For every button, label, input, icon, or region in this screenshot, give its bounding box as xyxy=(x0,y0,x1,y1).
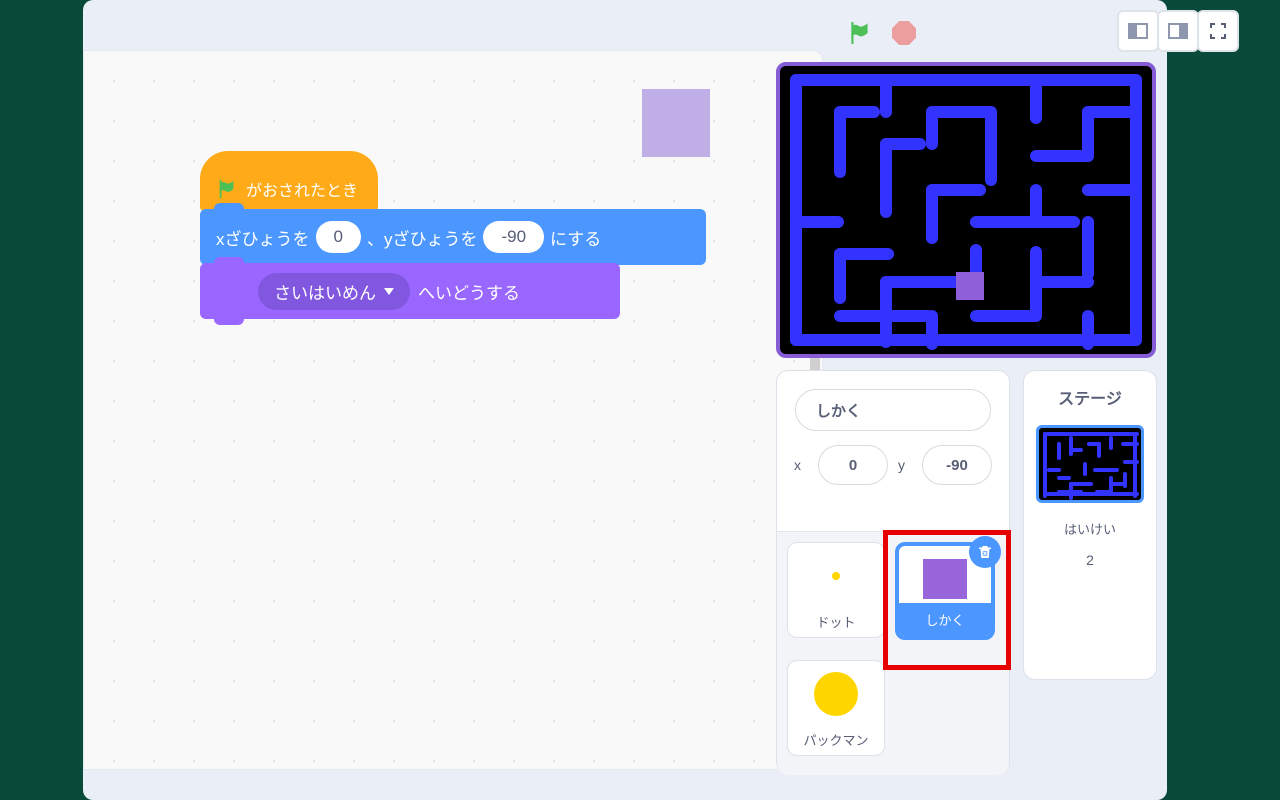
sprite-card-dot[interactable]: ドット xyxy=(787,542,885,638)
sprite-card-pacman[interactable]: パックマン xyxy=(787,660,885,756)
block-text: へいどうする xyxy=(418,279,520,304)
block-text: 、yざひょうを xyxy=(367,225,478,250)
app-frame: がおされたとき xざひょうを 0 、yざひょうを -90 にする さいはいめん xyxy=(83,0,1167,800)
dropdown-value: さいはいめん xyxy=(274,279,376,304)
hat-block-label: がおされたとき xyxy=(246,177,358,201)
sprite-name-input[interactable] xyxy=(795,389,991,431)
stage-sprite-square xyxy=(956,272,984,300)
green-flag-icon xyxy=(216,178,238,200)
layout-icon xyxy=(1128,23,1148,39)
sprite-label: しかく xyxy=(899,603,991,636)
when-flag-clicked-block[interactable]: がおされたとき xyxy=(200,151,378,211)
layout-icon xyxy=(1168,23,1188,39)
sprite-label: ドット xyxy=(816,606,855,637)
sprite-watermark xyxy=(642,89,710,157)
square-icon xyxy=(923,559,967,599)
backdrop-count: 2 xyxy=(1086,552,1094,568)
sprite-card-shikaku[interactable]: しかく xyxy=(895,542,995,640)
x-label: x xyxy=(794,457,808,473)
chevron-down-icon xyxy=(384,288,394,295)
fullscreen-button[interactable] xyxy=(1197,10,1239,52)
y-input[interactable]: -90 xyxy=(483,221,544,253)
goto-xy-block[interactable]: xざひょうを 0 、yざひょうを -90 にする xyxy=(200,209,706,265)
stop-icon xyxy=(892,21,916,45)
green-flag-button[interactable] xyxy=(843,16,877,50)
sprite-label: パックマン xyxy=(803,724,868,755)
block-text: xざひょうを xyxy=(216,225,310,250)
sprite-y-input[interactable] xyxy=(922,445,992,485)
stop-button[interactable] xyxy=(887,16,921,50)
backdrop-thumbnail[interactable] xyxy=(1036,425,1144,503)
stage-size-controls xyxy=(1119,10,1239,52)
sprite-info-panel: x y ドット しかく パックマン xyxy=(776,370,1010,774)
sprite-list: ドット しかく パックマン xyxy=(777,531,1009,775)
pacman-icon xyxy=(814,672,858,716)
y-label: y xyxy=(898,457,912,473)
trash-icon xyxy=(976,543,994,561)
fullscreen-icon xyxy=(1208,21,1228,41)
sprite-x-input[interactable] xyxy=(818,445,888,485)
backdrop-label: はいけい xyxy=(1064,519,1116,538)
dot-icon xyxy=(832,572,840,580)
x-input[interactable]: 0 xyxy=(316,221,361,253)
green-flag-icon xyxy=(847,20,873,46)
small-stage-button[interactable] xyxy=(1117,10,1159,52)
layer-dropdown[interactable]: さいはいめん xyxy=(258,273,410,310)
code-workspace[interactable]: がおされたとき xざひょうを 0 、yざひょうを -90 にする さいはいめん xyxy=(83,50,823,770)
large-stage-button[interactable] xyxy=(1157,10,1199,52)
block-text: にする xyxy=(550,225,601,250)
stage-preview[interactable] xyxy=(776,62,1156,358)
delete-sprite-button[interactable] xyxy=(969,536,1001,568)
stage-selector-panel: ステージ はいけい 2 xyxy=(1023,370,1157,680)
stage-controls xyxy=(843,10,1243,56)
go-to-layer-block[interactable]: さいはいめん へいどうする xyxy=(200,263,620,319)
stage-title: ステージ xyxy=(1058,385,1122,409)
